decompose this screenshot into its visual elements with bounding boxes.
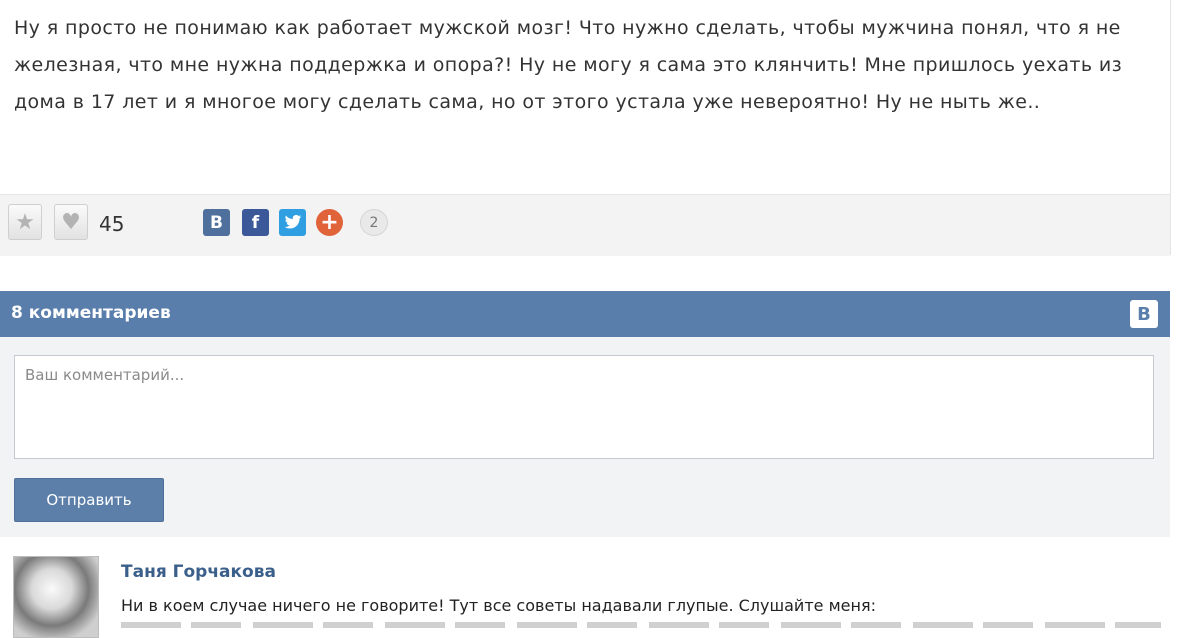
twitter-icon: [284, 215, 301, 229]
comments-title: 8 комментариев: [11, 303, 171, 323]
share-count-badge: 2: [360, 209, 388, 236]
share-more-button[interactable]: +: [316, 209, 343, 236]
avatar[interactable]: [13, 556, 99, 638]
cut-off-text-line: [121, 622, 1161, 628]
share-facebook-button[interactable]: f: [242, 209, 269, 236]
comment-author[interactable]: Таня Горчакова: [121, 562, 276, 582]
heart-icon: ♥: [61, 209, 81, 235]
like-button[interactable]: ♥: [54, 204, 88, 240]
favorite-star-button[interactable]: ★: [8, 204, 42, 240]
likes-count: 45: [99, 212, 125, 236]
star-icon: ★: [15, 209, 35, 235]
submit-comment-button[interactable]: Отправить: [14, 478, 164, 522]
comment-form: Ваш комментарий... Отправить: [0, 337, 1170, 537]
post-card: Ну я просто не понимаю как работает мужс…: [0, 0, 1171, 256]
comment-input[interactable]: Ваш комментарий...: [14, 355, 1154, 459]
post-text: Ну я просто не понимаю как работает мужс…: [14, 17, 1123, 113]
comments-header: 8 комментариев В: [0, 291, 1170, 337]
vk-logo-icon: В: [1130, 300, 1158, 328]
comment-placeholder: Ваш комментарий...: [25, 366, 185, 384]
comment-text-continued: [121, 620, 1161, 628]
facebook-icon: f: [251, 212, 260, 233]
comment-text: Ни в коем случае ничего не говорите! Тут…: [121, 596, 876, 615]
vk-icon: В: [210, 212, 223, 233]
post-footer: ★ ♥ 45 В f + 2: [0, 194, 1170, 256]
share-twitter-button[interactable]: [279, 209, 306, 236]
plus-icon: +: [320, 210, 339, 235]
share-vk-button[interactable]: В: [203, 209, 230, 236]
